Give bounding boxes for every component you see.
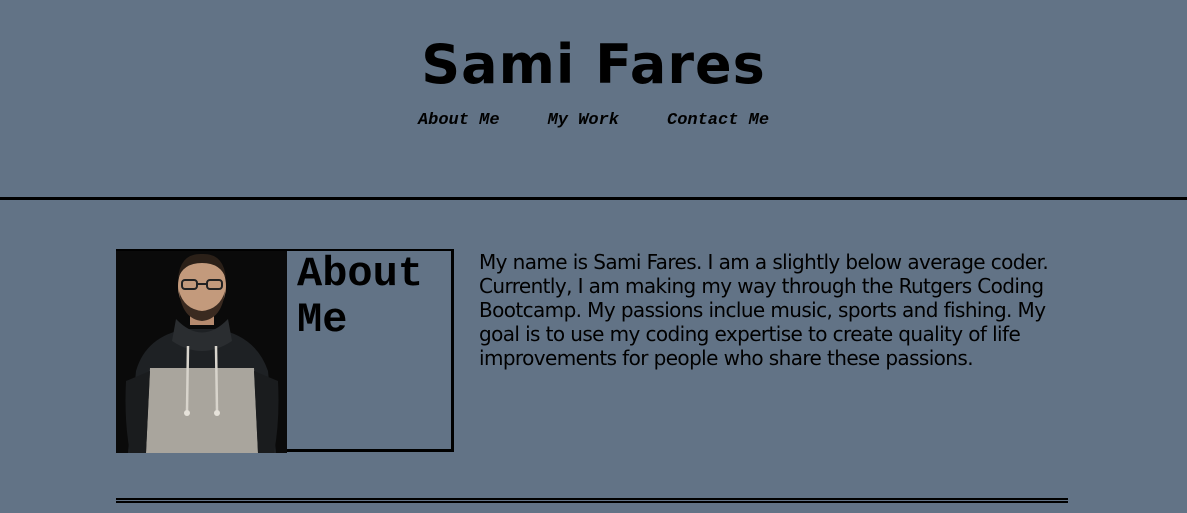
about-heading: About Me — [297, 251, 451, 343]
nav-link-my-work[interactable]: My Work — [548, 110, 619, 132]
site-header: Sami Fares About Me My Work Contact Me — [0, 0, 1187, 200]
nav-link-contact-me[interactable]: Contact Me — [667, 110, 769, 132]
site-title: Sami Fares — [421, 33, 766, 96]
profile-photo-illustration — [116, 251, 287, 453]
about-section: About Me — [116, 249, 454, 453]
section-divider — [116, 498, 1068, 503]
about-heading-text: About Me — [297, 250, 424, 344]
main-nav: About Me My Work Contact Me — [0, 110, 1187, 132]
bio-paragraph: My name is Sami Fares. I am a slightly b… — [479, 250, 1049, 370]
nav-link-about-me[interactable]: About Me — [418, 110, 500, 132]
profile-photo — [116, 251, 287, 453]
